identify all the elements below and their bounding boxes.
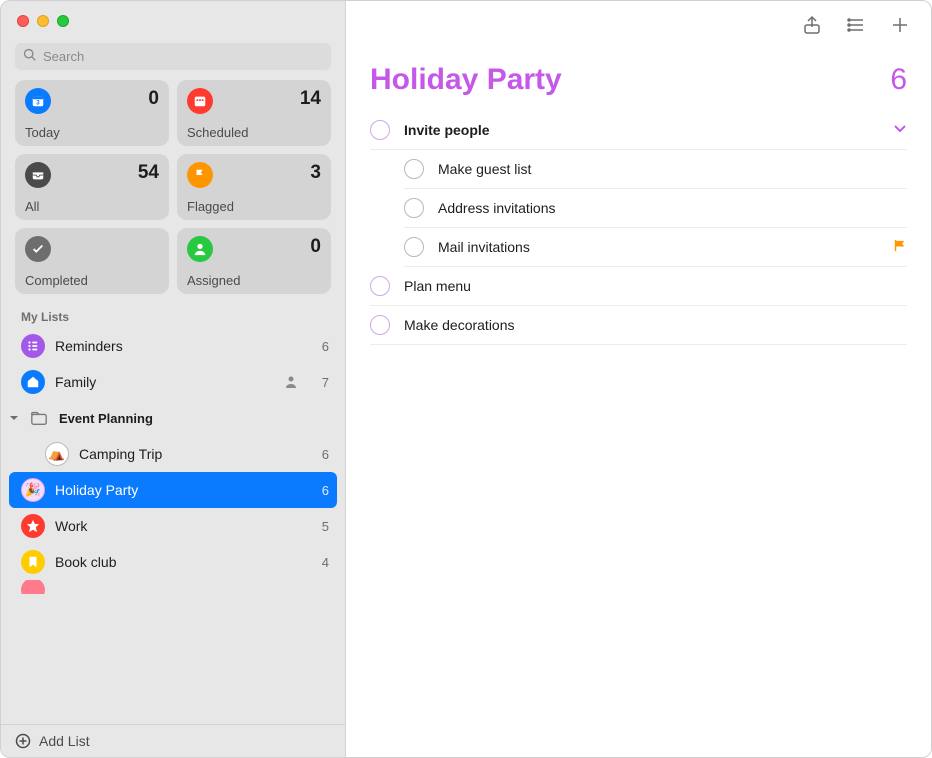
shared-icon xyxy=(283,374,299,390)
task-row[interactable]: Make guest list xyxy=(404,150,907,189)
person-icon xyxy=(187,236,213,262)
smart-count: 3 xyxy=(310,162,321,184)
sidebar-item-work[interactable]: Work 5 xyxy=(1,508,345,544)
smart-card-flagged[interactable]: 3 Flagged xyxy=(177,154,331,220)
sidebar-item-label: Work xyxy=(55,518,303,534)
search-icon xyxy=(23,48,37,65)
party-icon: 🎉 xyxy=(21,478,45,502)
search-input[interactable] xyxy=(43,49,323,64)
smart-count: 0 xyxy=(148,88,159,110)
search-field-wrapper[interactable] xyxy=(15,43,331,70)
smart-card-completed[interactable]: Completed xyxy=(15,228,169,294)
smart-list-grid: 3 0 Today 14 Scheduled xyxy=(1,80,345,304)
task-title: Make guest list xyxy=(438,161,907,177)
smart-label: Scheduled xyxy=(187,125,321,140)
subtask-group: Make guest list Address invitations Mail… xyxy=(404,150,907,267)
folder-icon xyxy=(27,406,51,430)
sidebar-item-label: Reminders xyxy=(55,338,303,354)
sidebar-item-book-club[interactable]: Book club 4 xyxy=(1,544,345,580)
sidebar-item-count: 7 xyxy=(313,375,329,390)
sidebar-item-label: Book club xyxy=(55,554,303,570)
zoom-window-button[interactable] xyxy=(57,15,69,27)
house-icon xyxy=(21,370,45,394)
flag-icon xyxy=(187,162,213,188)
sidebar-item-count: 6 xyxy=(313,447,329,462)
task-row[interactable]: Mail invitations xyxy=(404,228,907,267)
smart-card-all[interactable]: 54 All xyxy=(15,154,169,220)
task-title: Plan menu xyxy=(404,278,907,294)
task-row[interactable]: Plan menu xyxy=(370,267,907,306)
add-list-button[interactable]: Add List xyxy=(1,724,345,757)
sidebar-group-label: Event Planning xyxy=(59,411,153,426)
window-controls xyxy=(1,1,345,37)
task-checkbox[interactable] xyxy=(404,198,424,218)
sidebar-item-family[interactable]: Family 7 xyxy=(1,364,345,400)
list-header: Holiday Party 6 xyxy=(346,49,931,105)
list-rows: Reminders 6 Family 7 Event Planning ⛺ xyxy=(1,328,345,724)
bookmark-icon xyxy=(21,550,45,574)
sidebar-item-count: 4 xyxy=(313,555,329,570)
smart-card-assigned[interactable]: 0 Assigned xyxy=(177,228,331,294)
main-panel: Holiday Party 6 Invite people Make guest… xyxy=(346,1,931,757)
task-checkbox[interactable] xyxy=(404,237,424,257)
sidebar-item-reminders[interactable]: Reminders 6 xyxy=(1,328,345,364)
task-checkbox[interactable] xyxy=(370,276,390,296)
svg-text:3: 3 xyxy=(36,100,40,107)
task-list: Invite people Make guest list Address in… xyxy=(346,105,931,351)
smart-label: Assigned xyxy=(187,273,321,288)
section-heading-mylists: My Lists xyxy=(1,304,345,328)
tent-icon: ⛺ xyxy=(45,442,69,466)
task-title: Invite people xyxy=(404,122,879,138)
sidebar-group-event-planning[interactable]: Event Planning xyxy=(1,400,345,436)
list-total-count: 6 xyxy=(890,63,907,97)
list-bullet-icon xyxy=(21,334,45,358)
smart-count: 54 xyxy=(138,162,159,184)
add-reminder-button[interactable] xyxy=(889,14,911,36)
sidebar-item-camping-trip[interactable]: ⛺ Camping Trip 6 xyxy=(1,436,345,472)
calendar-today-icon: 3 xyxy=(25,88,51,114)
smart-label: All xyxy=(25,199,159,214)
task-checkbox[interactable] xyxy=(404,159,424,179)
smart-label: Completed xyxy=(25,273,159,288)
sidebar-item-count: 6 xyxy=(313,483,329,498)
smart-card-today[interactable]: 3 0 Today xyxy=(15,80,169,146)
smart-label: Today xyxy=(25,125,159,140)
list-title: Holiday Party xyxy=(370,63,562,97)
task-title: Make decorations xyxy=(404,317,907,333)
app-window: 3 0 Today 14 Scheduled xyxy=(0,0,932,758)
minimize-window-button[interactable] xyxy=(37,15,49,27)
share-button[interactable] xyxy=(801,14,823,36)
sidebar-item-label: Camping Trip xyxy=(79,446,303,462)
calendar-icon xyxy=(187,88,213,114)
checkmark-icon xyxy=(25,236,51,262)
task-checkbox[interactable] xyxy=(370,315,390,335)
view-options-button[interactable] xyxy=(845,14,867,36)
sidebar-item-count: 6 xyxy=(313,339,329,354)
star-icon xyxy=(21,514,45,538)
smart-count: 14 xyxy=(300,88,321,110)
add-list-label: Add List xyxy=(39,733,90,749)
close-window-button[interactable] xyxy=(17,15,29,27)
toolbar xyxy=(346,1,931,49)
task-row[interactable]: Make decorations xyxy=(370,306,907,345)
task-row[interactable]: Address invitations xyxy=(404,189,907,228)
sidebar-item-count: 5 xyxy=(313,519,329,534)
smart-label: Flagged xyxy=(187,199,321,214)
tray-icon xyxy=(25,162,51,188)
task-title: Address invitations xyxy=(438,200,907,216)
task-title: Mail invitations xyxy=(438,239,878,255)
flag-icon xyxy=(892,238,907,256)
chevron-down-icon xyxy=(9,413,19,423)
smart-card-scheduled[interactable]: 14 Scheduled xyxy=(177,80,331,146)
smart-count: 0 xyxy=(310,236,321,258)
task-row[interactable]: Invite people xyxy=(370,111,907,150)
sidebar-item-label: Holiday Party xyxy=(55,482,303,498)
sidebar: 3 0 Today 14 Scheduled xyxy=(1,1,346,757)
expand-subtasks-button[interactable] xyxy=(893,122,907,139)
sidebar-item-holiday-party[interactable]: 🎉 Holiday Party 6 xyxy=(9,472,337,508)
plus-circle-icon xyxy=(15,733,31,749)
sidebar-item-label: Family xyxy=(55,374,273,390)
task-checkbox[interactable] xyxy=(370,120,390,140)
sidebar-item-partial[interactable] xyxy=(1,580,345,594)
